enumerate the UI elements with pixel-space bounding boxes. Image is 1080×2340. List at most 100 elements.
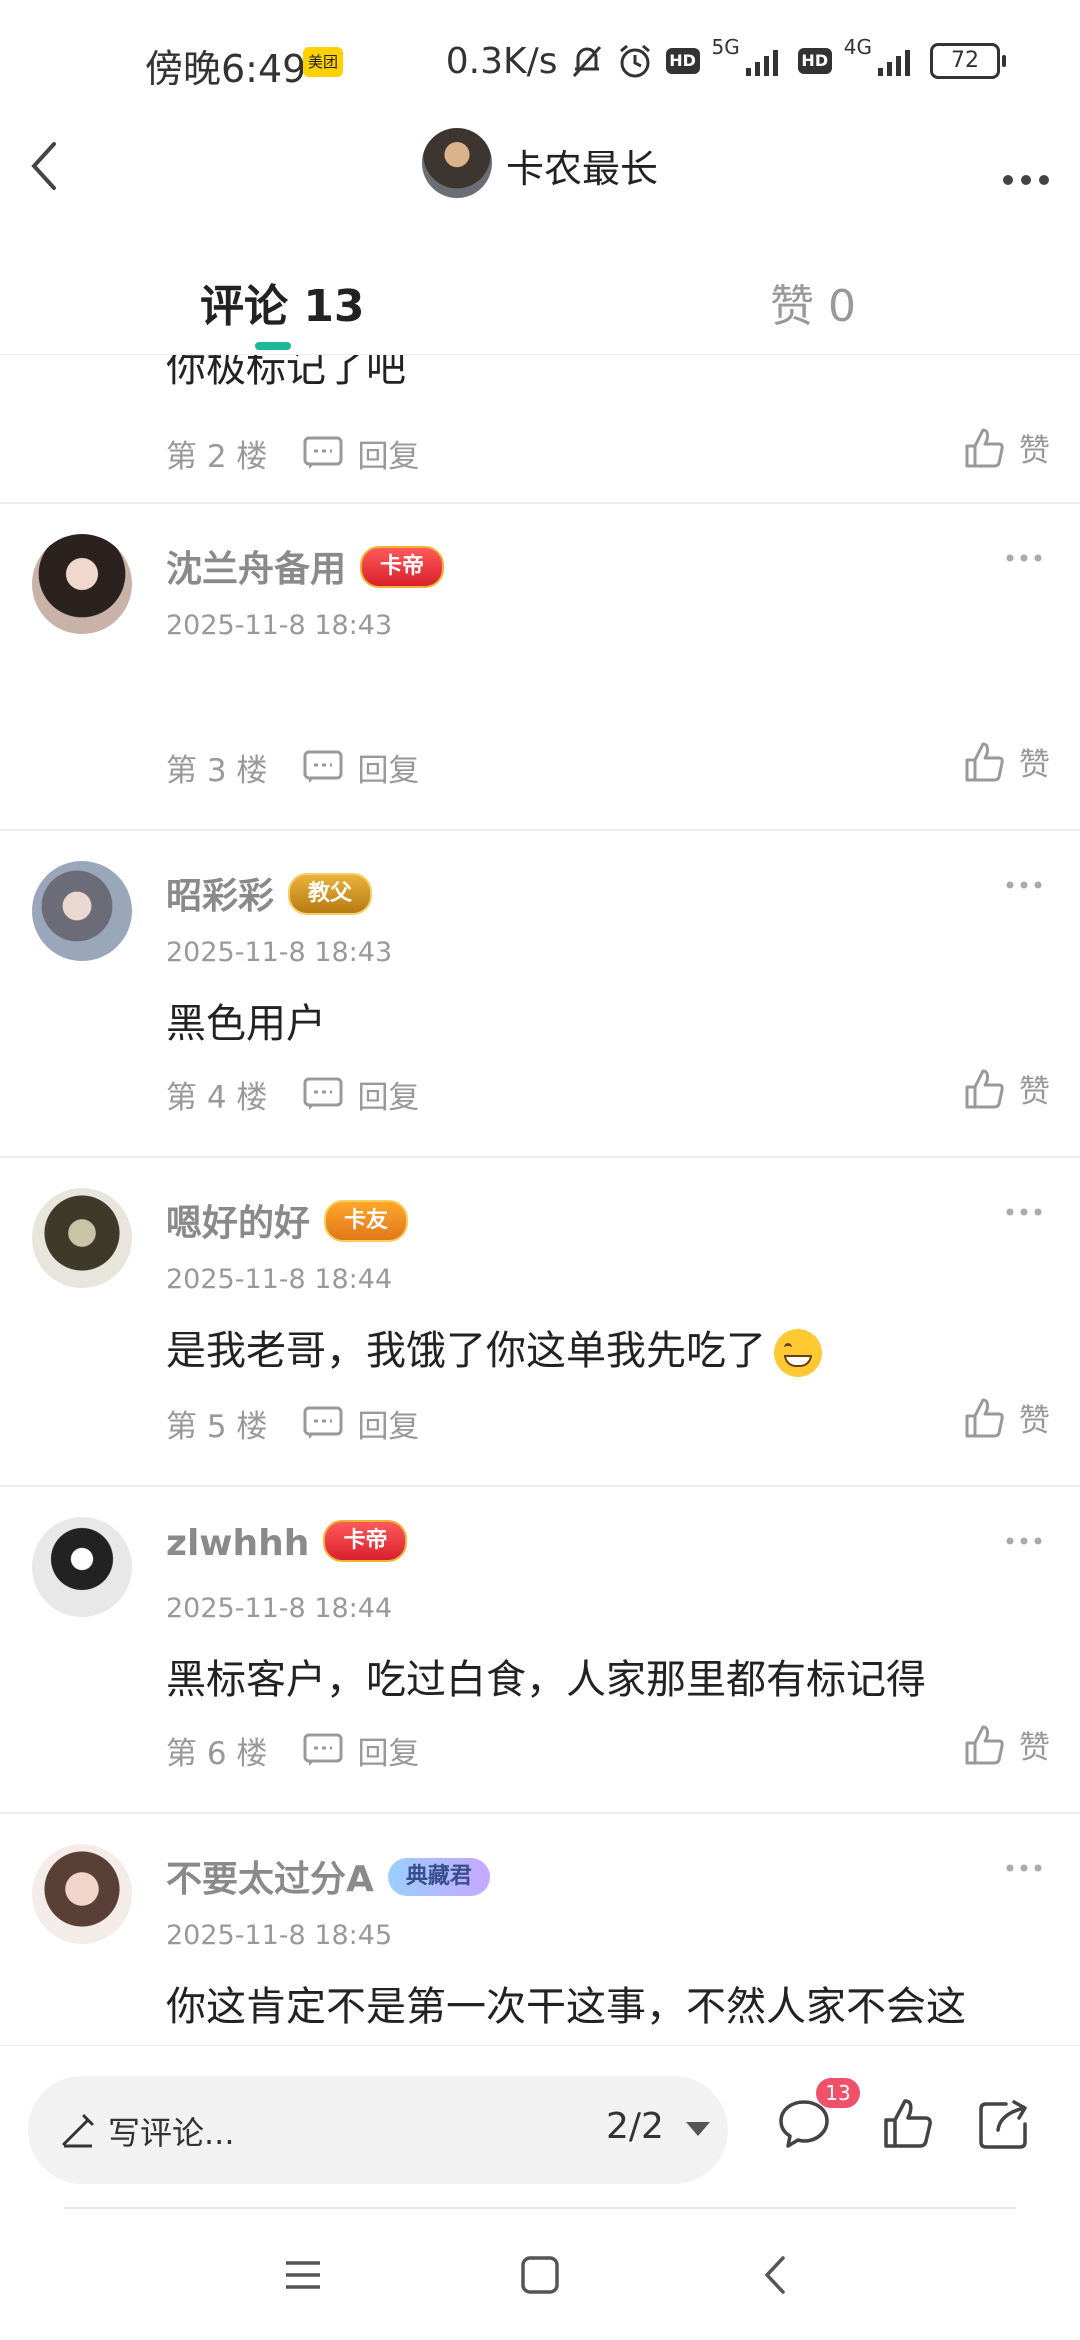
like-button[interactable]: 赞: [963, 1722, 1050, 1767]
comment-input[interactable]: 写评论... 2/2: [28, 2076, 728, 2184]
thumbs-up-icon: [965, 1069, 1004, 1108]
bell-muted-icon: [570, 43, 604, 79]
reply-icon[interactable]: [303, 750, 343, 784]
reply-button[interactable]: 回复: [357, 431, 419, 476]
username[interactable]: 沈兰舟备用 卡帝: [166, 540, 445, 592]
comment-item: 沈兰舟备用 卡帝 2025-11-8 18:43 第 3 楼 回复 赞: [0, 502, 1080, 831]
thumbs-up-icon[interactable]: [880, 2096, 936, 2152]
net-speed: 0.3K/s: [445, 40, 558, 82]
thumbs-up-icon: [965, 428, 1004, 467]
floor-label: 第 2 楼: [166, 438, 268, 475]
network-4g-label: 4G: [843, 35, 872, 59]
comment-more-icon[interactable]: [1004, 1204, 1044, 1220]
author-avatar[interactable]: [422, 128, 492, 198]
comment-list[interactable]: 你极标记了吧 第 2 楼 回复 赞 沈兰舟备用 卡帝 2025-11-8 18:4…: [0, 355, 1080, 2045]
share-icon[interactable]: [976, 2096, 1032, 2152]
comment-more-icon[interactable]: [1004, 550, 1044, 566]
user-avatar[interactable]: [32, 861, 132, 961]
user-avatar[interactable]: [32, 1844, 132, 1944]
page-title: 卡农最长: [506, 147, 659, 191]
username[interactable]: 嗯好的好 卡友: [166, 1194, 409, 1246]
status-bar: 傍晚6:49 美团 0.3K/s HD 5G HD 4G 72: [0, 0, 1080, 120]
reply-icon[interactable]: [303, 1406, 343, 1440]
like-label: 赞: [1019, 1730, 1050, 1766]
comment-date: 2025-11-8 18:44: [166, 1264, 393, 1295]
comment-item: zlwhhh 卡帝 2025-11-8 18:44 黑标客户，吃过白食，人家那里都…: [0, 1485, 1080, 1814]
reply-button[interactable]: 回复: [357, 1728, 419, 1773]
top-app-bar: 卡农最长: [0, 120, 1080, 210]
pencil-icon: [62, 2114, 94, 2148]
battery-icon: 72: [930, 43, 1006, 79]
comment-input-placeholder: 写评论...: [108, 2114, 235, 2152]
user-avatar[interactable]: [32, 1517, 132, 1617]
comment-item: 不要太过分A 典藏君 2025-11-8 18:45 你这肯定不是第一次干这事，不…: [0, 1812, 1080, 2045]
page-indicator[interactable]: 2/2: [606, 2106, 664, 2147]
tab-bar: 评论 13 赞 0: [0, 250, 1080, 355]
tab-likes[interactable]: 赞 0: [770, 270, 856, 334]
like-label: 赞: [1019, 747, 1050, 783]
reply-icon[interactable]: [303, 1077, 343, 1111]
back-button[interactable]: [18, 130, 78, 200]
like-button[interactable]: 赞: [963, 1066, 1050, 1111]
like-label: 赞: [1019, 1074, 1050, 1110]
system-navigation-bar: [0, 2210, 1080, 2340]
comment-count-badge: 13: [816, 2078, 860, 2108]
comment-text: 黑色用户: [166, 1001, 326, 1047]
page-dropdown-icon[interactable]: [686, 2122, 710, 2136]
comment-text: 黑标客户，吃过白食，人家那里都有标记得: [166, 1657, 926, 1703]
user-avatar[interactable]: [32, 1188, 132, 1288]
divider: [64, 2207, 1016, 2209]
comment-text: 你这肯定不是第一次干这事，不然人家不会这: [166, 1984, 966, 2030]
meituan-notification-icon: 美团: [303, 47, 343, 77]
comment-date: 2025-11-8 18:45: [166, 1920, 393, 1951]
hd-icon: HD: [665, 48, 700, 74]
floor-label: 第 4 楼: [166, 1079, 268, 1116]
home-icon[interactable]: [515, 2250, 565, 2300]
reply-button[interactable]: 回复: [357, 745, 419, 790]
username[interactable]: zlwhhh 卡帝: [166, 1520, 408, 1566]
reply-icon[interactable]: [303, 436, 343, 470]
signal-icon: [745, 46, 786, 76]
thumbs-up-icon: [965, 1398, 1004, 1437]
reply-button[interactable]: 回复: [357, 1401, 419, 1446]
reply-icon[interactable]: [303, 1733, 343, 1767]
back-nav-icon[interactable]: [752, 2250, 802, 2300]
comment-more-icon[interactable]: [1004, 1533, 1044, 1549]
floor-label: 第 3 楼: [166, 752, 268, 789]
reply-button[interactable]: 回复: [357, 1072, 419, 1117]
thumbs-up-icon: [965, 1725, 1004, 1764]
tab-comments[interactable]: 评论 13: [200, 270, 365, 334]
like-label: 赞: [1019, 433, 1050, 469]
comment-text: 是我老哥，我饿了你这单我先吃了: [166, 1318, 822, 1377]
floor-label: 第 5 楼: [166, 1408, 268, 1445]
level-badge: 卡帝: [360, 546, 445, 588]
menu-icon[interactable]: [278, 2250, 328, 2300]
username[interactable]: 不要太过分A 典藏君: [166, 1850, 490, 1902]
network-5g-label: 5G: [711, 35, 740, 59]
floor-label: 第 6 楼: [166, 1735, 268, 1772]
tab-indicator: [255, 342, 291, 350]
level-badge: 卡友: [324, 1200, 409, 1242]
like-button[interactable]: 赞: [963, 1395, 1050, 1440]
thumbs-up-icon: [965, 742, 1004, 781]
username[interactable]: 昭彩彩 教父: [166, 867, 373, 919]
level-badge: 教父: [288, 873, 373, 915]
comment-more-icon[interactable]: [1004, 877, 1044, 893]
like-button[interactable]: 赞: [963, 739, 1050, 784]
bottom-action-bar: 写评论... 2/2 13: [0, 2045, 1080, 2211]
level-badge: 典藏君: [387, 1858, 490, 1896]
user-avatar[interactable]: [32, 534, 132, 634]
level-badge: 卡帝: [323, 1520, 408, 1562]
hd-icon-2: HD: [797, 48, 832, 74]
like-label: 赞: [1019, 1403, 1050, 1439]
more-options-button[interactable]: [996, 136, 1056, 196]
comment-date: 2025-11-8 18:43: [166, 610, 393, 641]
like-button[interactable]: 赞: [963, 425, 1050, 470]
comment-date: 2025-11-8 18:44: [166, 1593, 393, 1624]
comment-date: 2025-11-8 18:43: [166, 937, 393, 968]
signal-icon-2: [878, 46, 918, 76]
comment-item: 你极标记了吧 第 2 楼 回复 赞: [0, 355, 1080, 504]
comment-more-icon[interactable]: [1004, 1860, 1044, 1876]
comment-item: 昭彩彩 教父 2025-11-8 18:43 黑色用户 第 4 楼 回复 赞: [0, 829, 1080, 1158]
status-time: 傍晚6:49: [145, 47, 307, 91]
